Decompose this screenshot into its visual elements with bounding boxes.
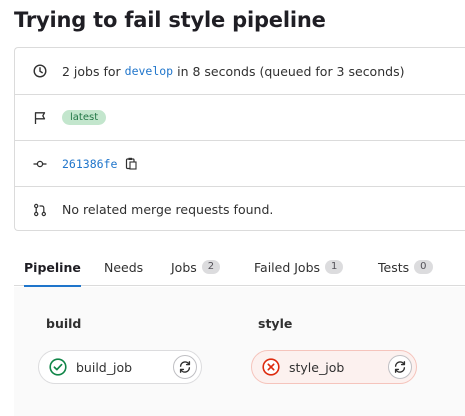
clipboard-icon[interactable] bbox=[125, 157, 137, 170]
tab-label: Tests bbox=[378, 259, 410, 275]
tab-label: Failed Jobs bbox=[254, 259, 321, 275]
pipeline-tabs: Pipeline Needs Jobs 2 Failed Jobs 1 Test… bbox=[14, 248, 465, 287]
check-circle-icon bbox=[49, 358, 67, 376]
tab-label: Jobs bbox=[171, 259, 197, 275]
latest-badge: latest bbox=[62, 110, 107, 125]
no-merge-requests-text: No related merge requests found. bbox=[62, 202, 274, 217]
tab-label: Pipeline bbox=[24, 259, 81, 275]
stage-title-style: style bbox=[258, 316, 293, 331]
tab-needs[interactable]: Needs bbox=[104, 248, 143, 286]
retry-icon[interactable] bbox=[388, 355, 412, 379]
job-build-job[interactable]: build_job bbox=[38, 350, 202, 384]
jobs-count-badge: 2 bbox=[201, 260, 221, 274]
clock-icon bbox=[33, 64, 47, 78]
jobs-summary-row: 2 jobs for develop in 8 seconds (queued … bbox=[15, 48, 465, 94]
pipeline-graph: build style build_job style_job bbox=[14, 287, 465, 416]
badges-row: latest bbox=[15, 94, 465, 140]
pipeline-info-box: 2 jobs for develop in 8 seconds (queued … bbox=[14, 47, 465, 231]
x-circle-icon bbox=[262, 358, 280, 376]
tab-jobs[interactable]: Jobs 2 bbox=[171, 248, 221, 286]
failed-jobs-count-badge: 1 bbox=[325, 260, 344, 274]
merge-request-icon bbox=[33, 203, 47, 217]
job-style-job[interactable]: style_job bbox=[251, 350, 417, 384]
flag-icon bbox=[33, 111, 47, 125]
job-name: build_job bbox=[76, 359, 133, 375]
commit-row: 261386fe bbox=[15, 140, 465, 186]
jobs-summary-prefix: 2 jobs for bbox=[62, 63, 121, 79]
tab-tests[interactable]: Tests 0 bbox=[378, 248, 433, 286]
retry-icon[interactable] bbox=[173, 355, 197, 379]
commit-sha-link[interactable]: 261386fe bbox=[62, 157, 117, 171]
tab-failed-jobs[interactable]: Failed Jobs 1 bbox=[254, 248, 344, 286]
tab-label: Needs bbox=[104, 259, 144, 275]
page-title: Trying to fail style pipeline bbox=[14, 8, 326, 32]
commit-icon bbox=[33, 157, 47, 171]
stage-title-build: build bbox=[46, 316, 82, 331]
branch-link[interactable]: develop bbox=[125, 64, 173, 78]
merge-requests-row: No related merge requests found. bbox=[15, 186, 465, 232]
jobs-summary-suffix: in 8 seconds (queued for 3 seconds) bbox=[177, 63, 405, 79]
job-name: style_job bbox=[289, 359, 345, 375]
tests-count-badge: 0 bbox=[414, 260, 433, 274]
tab-pipeline[interactable]: Pipeline bbox=[24, 248, 81, 287]
